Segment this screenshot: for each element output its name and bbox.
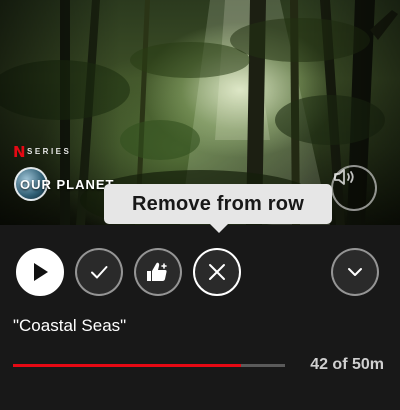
thumbs-up-icon [147, 262, 167, 281]
speaker-icon [334, 169, 354, 185]
rate-button[interactable] [134, 248, 182, 296]
watch-progress: 42 of 50m [13, 354, 388, 378]
show-title-text: OUR PLANET [20, 176, 115, 192]
progress-text: 42 of 50m [310, 356, 384, 373]
title-card[interactable]: N SERIES OUR PLANET Remove from row "Coa… [0, 0, 400, 410]
remove-from-row-button[interactable] [193, 248, 241, 296]
add-to-list-button[interactable] [75, 248, 123, 296]
progress-fill [13, 364, 242, 367]
mute-button[interactable] [331, 165, 377, 211]
close-icon [209, 264, 225, 280]
action-controls [0, 248, 400, 296]
show-title-logo: OUR PLANET [14, 167, 115, 201]
remove-tooltip: Remove from row [104, 184, 332, 233]
episode-title: "Coastal Seas" [13, 316, 127, 335]
more-info-button[interactable] [331, 248, 379, 296]
check-icon [91, 266, 108, 279]
play-button[interactable] [16, 248, 64, 296]
progress-track [13, 364, 285, 367]
netflix-logo: N [13, 143, 26, 161]
play-icon [34, 263, 48, 281]
chevron-down-icon [348, 268, 362, 276]
series-badge: SERIES [27, 147, 72, 156]
